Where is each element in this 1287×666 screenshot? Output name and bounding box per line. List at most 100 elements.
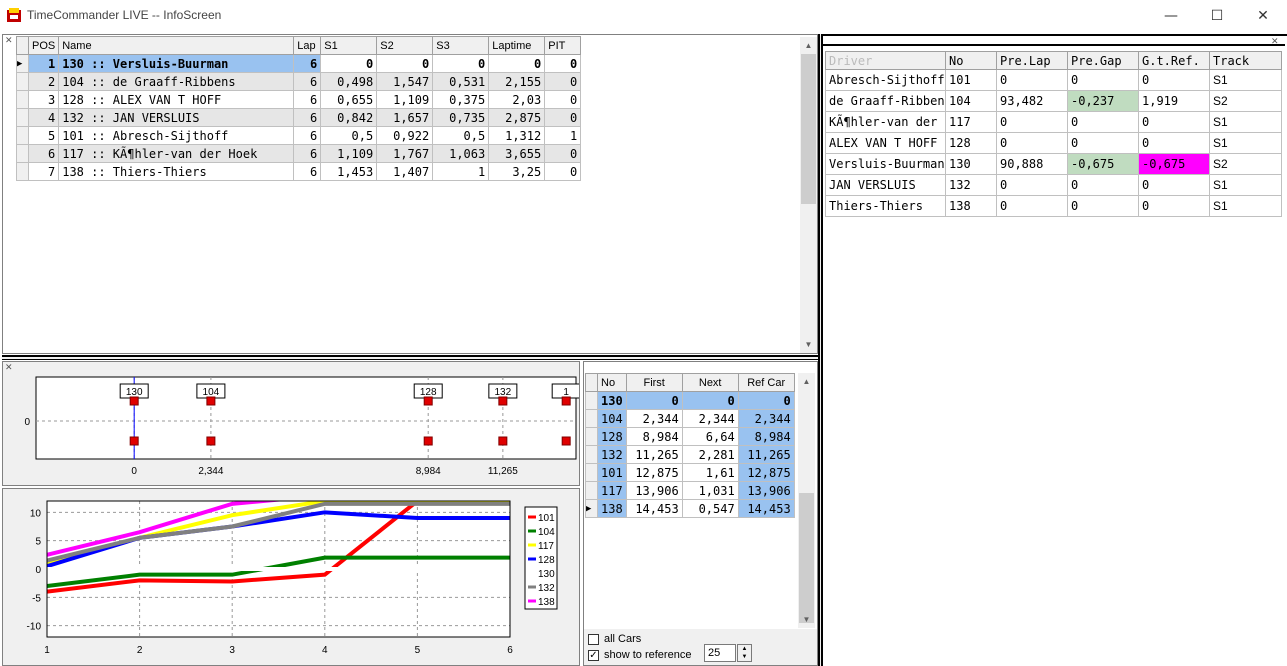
gap-cell-no: 132 xyxy=(597,445,627,464)
track-position-chart: 0 0 2,344 8,984 11,265 130 104 128 132 1 xyxy=(24,376,579,477)
col-driver[interactable]: Driver xyxy=(825,51,946,70)
count-spinner-input[interactable]: 25 xyxy=(704,644,736,662)
scroll-down-icon[interactable]: ▼ xyxy=(800,336,817,353)
driver-row[interactable]: de Graaff-Ribbens 104 93,482 -0,237 1,919 S2 xyxy=(825,90,1282,112)
col-s1[interactable]: S1 xyxy=(320,36,378,55)
gaps-scroll-thumb[interactable] xyxy=(799,493,814,623)
gap-cell-ref: 14,453 xyxy=(737,499,795,518)
driver-row[interactable]: Abresch-Sijthoff 101 0 0 0 S1 xyxy=(825,69,1282,91)
driver-row[interactable]: KÃ¶hler-van der Hoek117000S1 xyxy=(825,111,1282,133)
driver-cell-prelap: 0 xyxy=(996,69,1068,91)
driver-row[interactable]: Versluis-Buurman 130 90,888 -0,675 -0,675 S2 xyxy=(825,153,1282,175)
show-to-reference-checkbox[interactable]: ✓ xyxy=(588,649,599,661)
gaps-panel: No First Next Ref Car 130 0 0 0 104 2,344 2,34… xyxy=(583,361,818,666)
col-first[interactable]: First xyxy=(625,373,683,392)
gap-row[interactable]: ▶ 138 14,453 0,547 14,453 xyxy=(585,499,795,518)
table-row[interactable]: ▶ 1 130 :: Versluis-Buurman 6 0 0 0 0 0 xyxy=(16,54,582,73)
table-row[interactable]: 7 138 :: Thiers-Thiers 6 1,453 1,407 1 3,25 0 xyxy=(16,162,582,181)
driver-cell-pregap: 0 xyxy=(1067,174,1139,196)
cell-s3: 1,063 xyxy=(432,144,490,163)
gap-cell-ref: 12,875 xyxy=(737,463,795,482)
x-tick-label: 5 xyxy=(415,645,421,656)
cell-pos: 4 xyxy=(27,108,60,127)
gap-row[interactable]: 130 0 0 0 xyxy=(585,391,795,410)
gap-cell-next: 0 xyxy=(681,391,739,410)
cell-s1: 0,842 xyxy=(320,108,378,127)
cell-s3: 0,5 xyxy=(432,126,490,145)
gap-row[interactable]: 132 11,265 2,281 11,265 xyxy=(585,445,795,464)
scroll-up-icon[interactable]: ▲ xyxy=(800,37,817,54)
y-tick-label: -10 xyxy=(27,622,42,633)
driver-cell-driver: Versluis-Buurman xyxy=(825,153,946,175)
driver-cell-driver: Abresch-Sijthoff xyxy=(825,69,946,91)
drivers-panel: ✕ Driver No Pre.Lap Pre.Gap G.t.Ref. Tra… xyxy=(823,34,1287,666)
show-to-reference-option: ✓ show to reference xyxy=(588,649,691,661)
horizontal-splitter[interactable] xyxy=(2,355,818,360)
driver-row[interactable]: Thiers-Thiers 138 0 0 0 S1 xyxy=(825,195,1282,217)
y-tick-label: 0 xyxy=(24,417,30,428)
table-row[interactable]: 2 104 :: de Graaff-Ribbens 6 0,498 1,547 0,53… xyxy=(16,72,582,91)
driver-cell-gtref: 0 xyxy=(1138,174,1210,196)
table-row[interactable]: 6 117 :: KÃ¶hler-van der Hoek 6 1,109 1,767 1… xyxy=(16,144,582,163)
x-tick-label: 11,265 xyxy=(488,466,518,477)
col-s2[interactable]: S2 xyxy=(376,36,434,55)
standings-scrollbar[interactable]: ▲ ▼ xyxy=(800,37,817,353)
track-position-panel: ✕ 0 0 2,344 8,984 11,265 130 104 128 132 1 xyxy=(2,361,580,486)
driver-row[interactable]: JAN VERSLUIS 132 0 0 0 S1 xyxy=(825,174,1282,196)
drivers-panel-divider xyxy=(823,44,1285,46)
scroll-thumb[interactable] xyxy=(801,54,816,204)
driver-cell-no: 132 xyxy=(945,174,997,196)
col-pre-lap[interactable]: Pre.Lap xyxy=(996,51,1068,70)
cell-s3: 0,375 xyxy=(432,90,490,109)
col-laptime[interactable]: Laptime xyxy=(488,36,546,55)
gap-cell-first: 0 xyxy=(625,391,683,410)
col-pos[interactable]: POS xyxy=(27,36,60,55)
svg-text:130: 130 xyxy=(126,387,143,398)
col-no[interactable]: No xyxy=(597,373,627,392)
gap-row-indicator xyxy=(585,445,598,464)
driver-row[interactable]: ALEX VAN T HOFF 128 0 0 0 S1 xyxy=(825,132,1282,154)
gaps-scroll-down-icon[interactable]: ▼ xyxy=(798,611,815,628)
gap-row[interactable]: 104 2,344 2,344 2,344 xyxy=(585,409,795,428)
gap-cell-no: 104 xyxy=(597,409,627,428)
driver-cell-driver: ALEX VAN T HOFF xyxy=(825,132,946,154)
gaps-scrollbar[interactable]: ▲ ▼ xyxy=(798,373,815,628)
cell-pos: 2 xyxy=(27,72,60,91)
col-s3[interactable]: S3 xyxy=(432,36,490,55)
count-spinner-arrows[interactable]: ▲ ▼ xyxy=(737,644,752,662)
gap-cell-next: 1,031 xyxy=(681,481,739,500)
col-ref-car[interactable]: Ref Car xyxy=(737,373,795,392)
x-tick-label: 8,984 xyxy=(416,466,441,477)
panel-close-icon[interactable]: ✕ xyxy=(5,35,13,46)
gap-cell-no: 101 xyxy=(597,463,627,482)
gap-row[interactable]: 128 8,984 6,64 8,984 xyxy=(585,427,795,446)
cell-s1: 0 xyxy=(320,54,378,73)
all-cars-checkbox[interactable] xyxy=(588,633,599,645)
close-button[interactable]: ✕ xyxy=(1240,0,1286,31)
col-track[interactable]: Track xyxy=(1209,51,1282,70)
col-pre-gap[interactable]: Pre.Gap xyxy=(1067,51,1139,70)
cell-s3: 0,735 xyxy=(432,108,490,127)
col-gt-ref[interactable]: G.t.Ref. xyxy=(1138,51,1210,70)
cell-s2: 0 xyxy=(376,54,434,73)
col-pit[interactable]: PIT xyxy=(544,36,582,55)
table-row[interactable]: 4 132 :: JAN VERSLUIS 6 0,842 1,657 0,735 2,87… xyxy=(16,108,582,127)
table-row[interactable]: 5 101 :: Abresch-Sijthoff 6 0,5 0,922 0,5 1,31… xyxy=(16,126,582,145)
gap-row[interactable]: 101 12,875 1,61 12,875 xyxy=(585,463,795,482)
cell-s1: 1,109 xyxy=(320,144,378,163)
col-lap[interactable]: Lap xyxy=(293,36,322,55)
col-next[interactable]: Next xyxy=(681,373,739,392)
table-row[interactable]: 3 128 :: ALEX VAN T HOFF 6 0,655 1,109 0,375 2… xyxy=(16,90,582,109)
maximize-button[interactable]: ☐ xyxy=(1194,0,1240,31)
gap-row[interactable]: 117 13,906 1,031 13,906 xyxy=(585,481,795,500)
row-indicator xyxy=(16,90,29,109)
gaps-scroll-up-icon[interactable]: ▲ xyxy=(798,373,815,390)
driver-cell-prelap: 0 xyxy=(996,174,1068,196)
row-indicator-header xyxy=(16,36,29,55)
driver-cell-prelap: 93,482 xyxy=(996,90,1068,112)
col-driver-no[interactable]: No xyxy=(945,51,997,70)
gaps-options-bar: all Cars ✓ show to reference 25 ▲ ▼ xyxy=(584,629,817,665)
col-name[interactable]: Name xyxy=(58,36,295,55)
minimize-button[interactable]: — xyxy=(1148,0,1194,31)
cell-s2: 1,547 xyxy=(376,72,434,91)
